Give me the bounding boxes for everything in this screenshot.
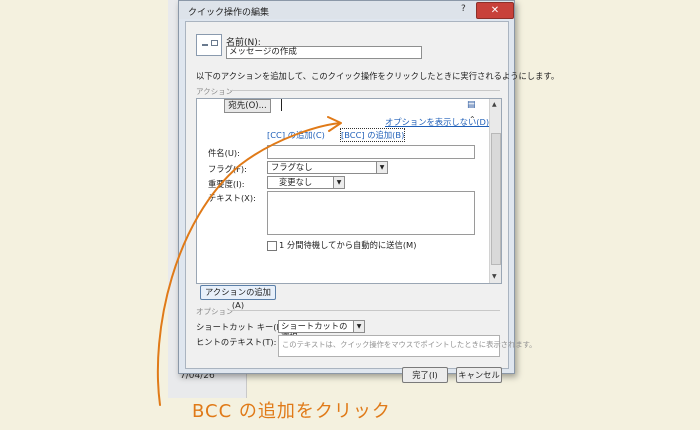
annotation-arrow xyxy=(156,116,342,406)
annotation-text: BCC の追加をクリック xyxy=(192,401,391,422)
